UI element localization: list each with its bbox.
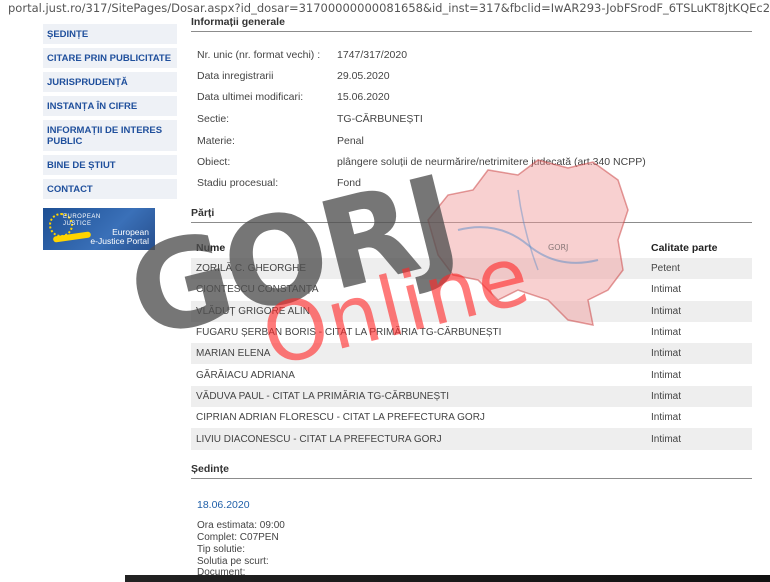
sidebar-item-instanta-in-cifre[interactable]: INSTANȚA ÎN CIFRE — [43, 96, 177, 116]
party-name: ZORILĂ C. GHEORGHE — [191, 258, 647, 280]
party-name: CIPRIAN ADRIAN FLORESCU - CITAT LA PREFE… — [196, 412, 485, 424]
info-section-title: Informații generale — [191, 16, 752, 32]
table-row: GĂRĂIACU ADRIANA Intimat — [191, 364, 752, 385]
table-row: CIONTESCU CONSTANȚA Intimat — [191, 279, 752, 300]
party-role: Intimat — [647, 300, 752, 322]
sidebar-item-citare-prin-publicitate[interactable]: CITARE PRIN PUBLICITATE — [43, 48, 177, 68]
info-value: TG-CĂRBUNEȘTI — [337, 113, 423, 125]
info-label: Stadiu procesual: — [197, 177, 279, 189]
info-label: Nr. unic (nr. format vechi) : — [197, 49, 321, 61]
sidebar-item-contact[interactable]: CONTACT — [43, 179, 177, 199]
info-section-header: Informații generale — [191, 16, 752, 32]
column-header-role: Calitate parte — [651, 242, 718, 254]
info-label: Materie: — [197, 135, 235, 147]
table-row: VLĂDUȚ GRIGORE ALIN Intimat — [191, 300, 752, 322]
sedinte-section-title: Ședințe — [191, 463, 752, 479]
info-value: Fond — [337, 177, 361, 189]
sedinta-detail: Tip solutie: — [197, 544, 245, 555]
taskbar-strip — [0, 575, 770, 582]
sedinta-detail: Complet: C07PEN — [197, 532, 279, 543]
sidebar-nav: ȘEDINȚE CITARE PRIN PUBLICITATE JURISPRU… — [43, 24, 177, 203]
table-row: CIPRIAN ADRIAN FLORESCU - CITAT LA PREFE… — [191, 407, 752, 428]
info-label: Data inregistrarii — [197, 70, 274, 82]
sedinta-detail: Ora estimata: 09:00 — [197, 520, 285, 531]
parti-table: Nume Calitate parte ZORILĂ C. GHEORGHE Pe… — [191, 238, 752, 450]
party-role: Intimat — [647, 385, 752, 408]
table-row: MARIAN ELENA Intimat — [191, 343, 752, 365]
table-row: ZORILĂ C. GHEORGHE Petent — [191, 258, 752, 280]
parti-section-header: Părți — [191, 207, 752, 223]
banner-title: European e-Justice Portal — [90, 227, 149, 246]
info-label: Data ultimei modificari: — [197, 91, 304, 103]
info-value: 15.06.2020 — [337, 91, 390, 103]
column-header-name: Nume — [196, 242, 226, 254]
party-name: VLĂDUȚ GRIGORE ALIN — [191, 300, 647, 322]
party-role: Intimat — [651, 284, 682, 296]
party-role: Intimat — [647, 428, 752, 450]
party-name: MARIAN ELENA — [191, 343, 647, 365]
sidebar-item-jurisprudenta[interactable]: JURISPRUDENȚĂ — [43, 72, 177, 92]
party-role: Intimat — [651, 369, 682, 381]
party-role: Petent — [647, 258, 752, 280]
sedinta-detail: Solutia pe scurt: — [197, 556, 269, 567]
party-name: LIVIU DIACONESCU - CITAT LA PREFECTURA G… — [191, 428, 647, 450]
table-header-row: Nume Calitate parte — [191, 238, 752, 258]
sidebar-item-informatii-interes-public[interactable]: INFORMAȚII DE INTERES PUBLIC — [43, 120, 177, 151]
party-name: GĂRĂIACU ADRIANA — [196, 369, 295, 381]
table-row: LIVIU DIACONESCU - CITAT LA PREFECTURA G… — [191, 428, 752, 450]
sedinta-date-link[interactable]: 18.06.2020 — [197, 499, 250, 511]
party-role: Intimat — [647, 343, 752, 365]
e-justice-portal-banner[interactable]: EUROPEAN JUSTICE European e-Justice Portal — [43, 208, 155, 250]
table-row: VĂDUVA PAUL - CITAT LA PRIMĂRIA TG-CĂRBU… — [191, 385, 752, 408]
party-role: Intimat — [651, 412, 682, 424]
info-label: Obiect: — [197, 156, 231, 168]
party-role: Intimat — [651, 327, 682, 339]
parti-section-title: Părți — [191, 207, 752, 223]
info-value: 1747/317/2020 — [337, 49, 408, 61]
banner-eu-label: EUROPEAN JUSTICE — [63, 214, 101, 227]
info-label: Sectie: — [197, 113, 230, 125]
sedinte-section-header: Ședințe — [191, 463, 752, 479]
party-name: VĂDUVA PAUL - CITAT LA PRIMĂRIA TG-CĂRBU… — [191, 385, 647, 408]
table-row: FUGARU ȘERBAN BORIS - CITAT LA PRIMĂRIA … — [191, 322, 752, 343]
sidebar-item-sedinte[interactable]: ȘEDINȚE — [43, 24, 177, 44]
info-value: 29.05.2020 — [337, 70, 390, 82]
party-name: CIONTESCU CONSTANȚA — [196, 284, 319, 296]
sidebar-item-bine-de-stiut[interactable]: BINE DE ȘTIUT — [43, 155, 177, 175]
party-name: FUGARU ȘERBAN BORIS - CITAT LA PRIMĂRIA … — [196, 327, 502, 339]
info-value: Penal — [337, 135, 364, 147]
info-value: plângere soluții de neurmărire/netrimite… — [337, 156, 646, 168]
